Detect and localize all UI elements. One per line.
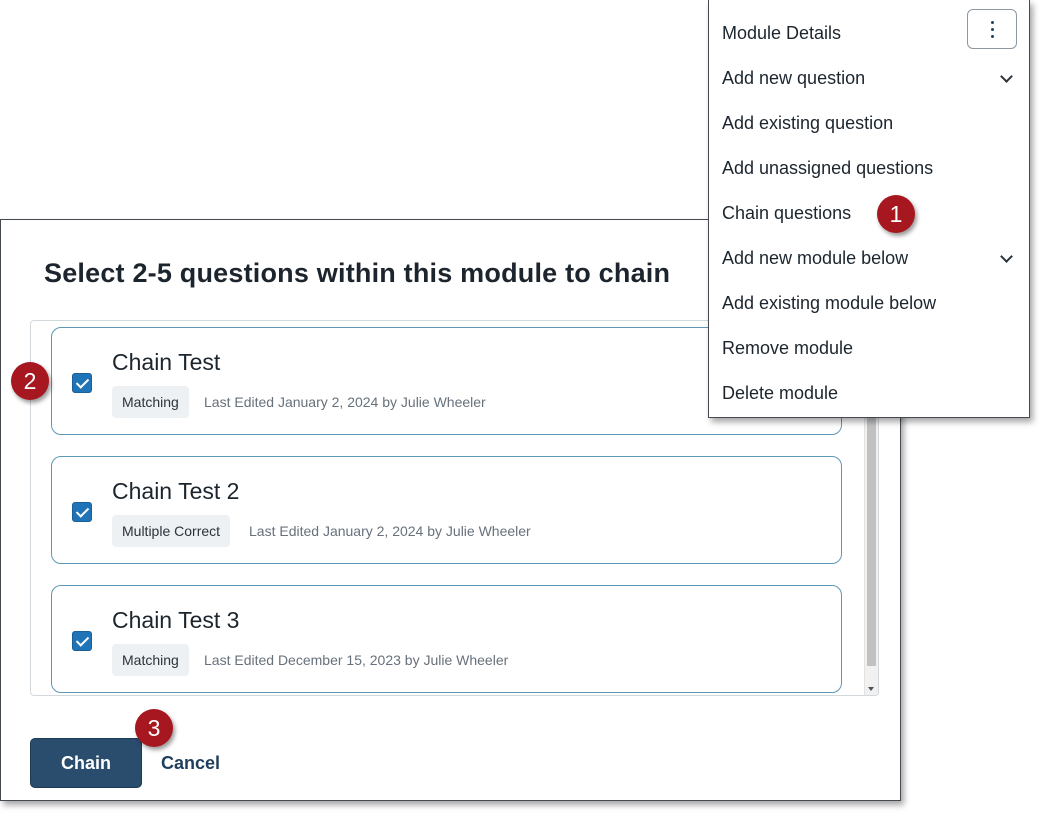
menu-item-label: Module Details	[722, 23, 842, 43]
cancel-button[interactable]: Cancel	[161, 750, 220, 776]
chevron-down-icon	[1000, 70, 1013, 83]
menu-item-add-existing-module-below[interactable]: Add existing module below	[722, 285, 1015, 321]
modal-title: Select 2-5 questions within this module …	[44, 258, 671, 288]
question-type-badge: Matching	[112, 644, 189, 676]
menu-item-chain-questions[interactable]: Chain questions	[722, 195, 1015, 231]
menu-item-label: Add unassigned questions	[722, 158, 934, 178]
chevron-down-icon	[1000, 250, 1013, 263]
scroll-down-arrow-icon[interactable]	[868, 687, 874, 691]
menu-item-delete-module[interactable]: Delete module	[722, 375, 1015, 411]
menu-item-label: Delete module	[722, 383, 839, 403]
menu-item-add-unassigned-questions[interactable]: Add unassigned questions	[722, 150, 1015, 186]
question-title: Chain Test 3	[112, 607, 240, 633]
question-checkbox[interactable]	[72, 502, 92, 522]
callout-badge-2: 2	[11, 362, 49, 400]
menu-item-remove-module[interactable]: Remove module	[722, 330, 1015, 366]
question-type-badge: Multiple Correct	[112, 515, 231, 547]
module-actions-menu: Module Details Add new question Add exis…	[708, 0, 1030, 418]
question-title: Chain Test 2	[112, 478, 240, 504]
menu-item-add-existing-question[interactable]: Add existing question	[722, 105, 1015, 141]
question-type-badge: Matching	[112, 386, 189, 418]
callout-badge-1: 1	[877, 195, 915, 233]
menu-item-label: Add existing question	[722, 113, 894, 133]
question-last-edited: Last Edited January 2, 2024 by Julie Whe…	[204, 394, 486, 410]
menu-item-label: Remove module	[722, 338, 854, 358]
question-checkbox[interactable]	[72, 373, 92, 393]
menu-item-add-new-question[interactable]: Add new question	[722, 60, 1015, 96]
question-last-edited: Last Edited January 2, 2024 by Julie Whe…	[249, 523, 531, 539]
question-card[interactable]: Chain Test 2 Multiple Correct Last Edite…	[51, 456, 842, 564]
menu-item-add-new-module-below[interactable]: Add new module below	[722, 240, 1015, 276]
menu-item-label: Add existing module below	[722, 293, 937, 313]
menu-item-label: Add new question	[722, 68, 866, 88]
menu-item-module-details[interactable]: Module Details	[722, 15, 1015, 51]
question-card[interactable]: Chain Test 3 Matching Last Edited Decemb…	[51, 585, 842, 693]
callout-badge-3: 3	[135, 709, 173, 747]
menu-item-label: Chain questions	[722, 203, 852, 223]
question-checkbox[interactable]	[72, 631, 92, 651]
chain-button[interactable]: Chain	[30, 738, 142, 788]
menu-item-label: Add new module below	[722, 248, 909, 268]
question-title: Chain Test	[112, 349, 221, 375]
question-last-edited: Last Edited December 15, 2023 by Julie W…	[204, 652, 509, 668]
